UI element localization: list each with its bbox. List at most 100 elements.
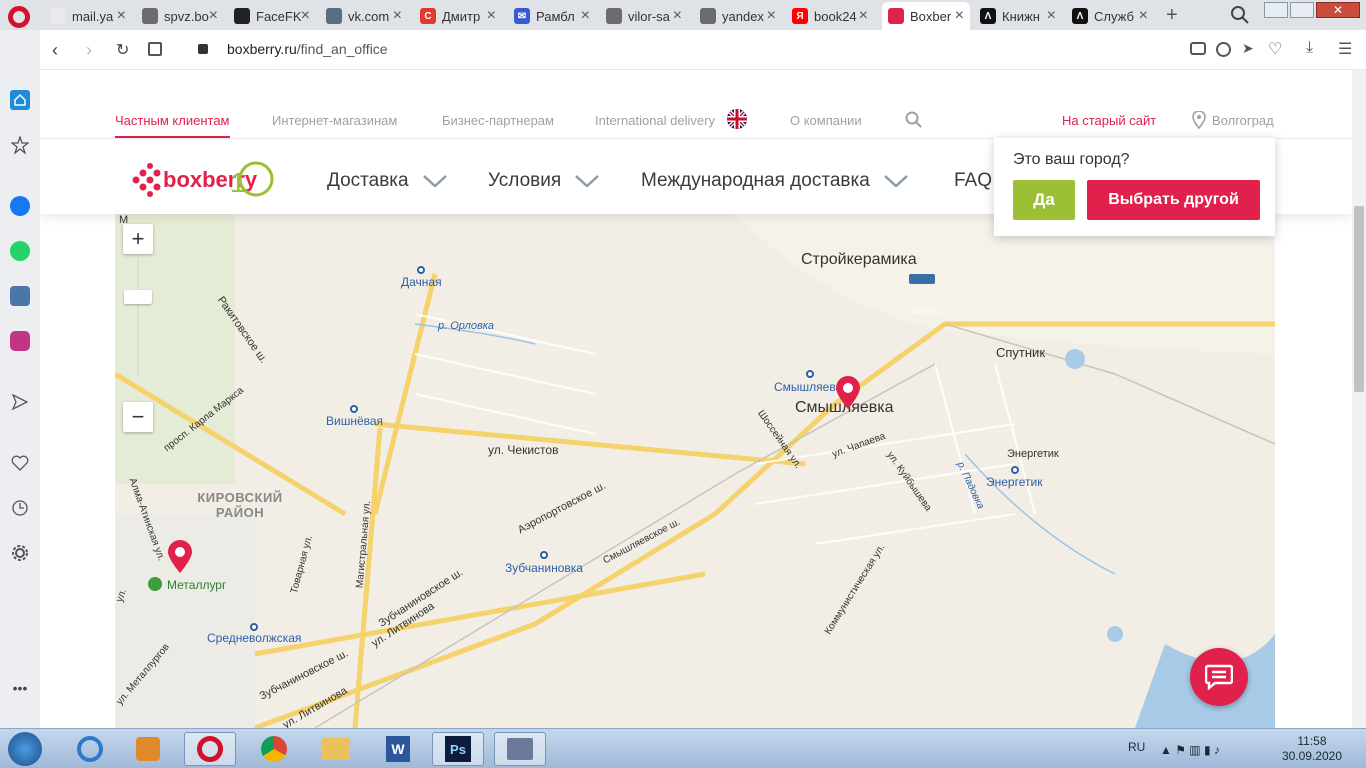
nav-faq[interactable]: FAQ bbox=[954, 170, 992, 192]
metro-station-icon bbox=[250, 623, 258, 631]
photoshop-icon[interactable]: Ps bbox=[432, 732, 484, 766]
history-icon[interactable] bbox=[10, 498, 30, 518]
browser-tab[interactable]: spvz.bo × bbox=[136, 2, 224, 30]
forward-icon[interactable]: › bbox=[86, 40, 92, 61]
office-marker-icon[interactable] bbox=[167, 540, 193, 574]
home-icon[interactable] bbox=[10, 90, 30, 110]
heart-icon[interactable] bbox=[10, 453, 30, 473]
tray-icons[interactable]: ▲ ⚑ ▥ ▮ ♪ bbox=[1160, 743, 1220, 757]
vk-icon[interactable] bbox=[10, 286, 30, 306]
back-icon[interactable]: ‹ bbox=[52, 40, 58, 61]
close-tab-icon[interactable]: × bbox=[859, 7, 868, 25]
nav-intl-delivery[interactable]: Международная доставка bbox=[641, 170, 908, 192]
browser-tab[interactable]: vk.com × bbox=[320, 2, 408, 30]
close-tab-icon[interactable]: × bbox=[673, 7, 682, 25]
boxberry-logo[interactable]: boxberry 1 bbox=[128, 160, 278, 200]
download-icon[interactable]: ⤓ bbox=[1306, 39, 1313, 57]
browser-tab[interactable]: C Дмитр × bbox=[414, 2, 502, 30]
chat-button[interactable] bbox=[1190, 648, 1248, 706]
media-player-icon[interactable] bbox=[122, 732, 174, 766]
bookmarks-icon[interactable] bbox=[10, 135, 30, 155]
zoom-slider[interactable] bbox=[137, 256, 139, 376]
close-tab-icon[interactable]: × bbox=[1047, 7, 1056, 25]
url-field[interactable]: boxberry.ru/find_an_office bbox=[227, 41, 388, 57]
send-icon[interactable] bbox=[10, 392, 30, 412]
close-tab-icon[interactable]: × bbox=[487, 7, 496, 25]
ie-icon[interactable] bbox=[64, 732, 116, 766]
zoom-slider-handle[interactable] bbox=[124, 290, 152, 304]
system-clock[interactable]: 11:58 30.09.2020 bbox=[1282, 734, 1342, 764]
offices-map[interactable]: + − Стройкерамика Дачная р. Орловка Спут… bbox=[115, 214, 1275, 728]
map-label-orlovka: р. Орловка bbox=[438, 320, 495, 332]
reload-icon[interactable]: ↻ bbox=[116, 40, 129, 60]
tab-label: Дмитр bbox=[442, 8, 481, 24]
browser-tab[interactable]: ✉ Рамбл × bbox=[508, 2, 596, 30]
browser-tab[interactable]: Λ Служб × bbox=[1066, 2, 1154, 30]
tab-label: yandex bbox=[722, 8, 764, 24]
tab-label: mail.ya bbox=[72, 8, 114, 24]
browser-tab[interactable]: Λ Книжн × bbox=[974, 2, 1062, 30]
close-tab-icon[interactable]: × bbox=[581, 7, 590, 25]
more-icon[interactable]: ••• bbox=[10, 678, 30, 698]
page-scrollbar[interactable] bbox=[1352, 70, 1366, 728]
nav-business[interactable]: Бизнес-партнерам bbox=[442, 113, 554, 128]
map-label-edge-m: М bbox=[119, 214, 129, 226]
close-tab-icon[interactable]: × bbox=[1139, 7, 1148, 25]
browser-tab[interactable]: Яbook24 × bbox=[786, 2, 874, 30]
browser-tab[interactable]: mail.ya × bbox=[44, 2, 132, 30]
office-marker-icon[interactable] bbox=[835, 376, 861, 410]
close-tab-icon[interactable]: × bbox=[767, 7, 776, 25]
new-tab-icon[interactable]: + bbox=[1166, 4, 1178, 27]
favorite-icon[interactable]: ♡ bbox=[1268, 39, 1282, 59]
menu-icon[interactable]: ☰ bbox=[1338, 39, 1352, 59]
close-tab-icon[interactable]: × bbox=[393, 7, 402, 25]
chrome-icon[interactable] bbox=[248, 732, 300, 766]
browser-tab[interactable]: yandex × bbox=[694, 2, 782, 30]
metro-station-icon bbox=[1011, 466, 1019, 474]
zoom-out-button[interactable]: − bbox=[123, 402, 153, 432]
nav-online-shops[interactable]: Интернет-магазинам bbox=[272, 113, 397, 128]
nav-private-clients[interactable]: Частным клиентам bbox=[115, 113, 230, 138]
close-tab-icon[interactable]: × bbox=[117, 7, 126, 25]
chevron-down-icon bbox=[883, 175, 908, 187]
close-tab-icon[interactable]: × bbox=[301, 7, 310, 25]
confirm-city-button[interactable]: Да bbox=[1013, 180, 1075, 220]
nav-conditions[interactable]: Условия bbox=[488, 170, 600, 192]
close-tab-icon[interactable]: × bbox=[955, 7, 964, 25]
maximize-button[interactable] bbox=[1290, 2, 1314, 18]
search-icon[interactable] bbox=[905, 111, 923, 129]
flow-icon[interactable]: ➤ bbox=[1242, 40, 1254, 57]
browser-tab[interactable]: FaceFK × bbox=[228, 2, 316, 30]
adblock-icon[interactable] bbox=[1216, 42, 1231, 57]
nav-about[interactable]: О компании bbox=[790, 113, 862, 128]
word-icon[interactable]: W bbox=[372, 732, 424, 766]
minimize-button[interactable] bbox=[1264, 2, 1288, 18]
tabs-grid-icon[interactable] bbox=[148, 42, 162, 56]
tab-label: Рамбл bbox=[536, 8, 575, 24]
settings-icon[interactable] bbox=[10, 543, 30, 563]
whatsapp-icon[interactable] bbox=[10, 241, 30, 261]
browser-tab[interactable]: Boxber × bbox=[882, 2, 970, 30]
nav-international[interactable]: International delivery bbox=[595, 113, 715, 128]
app-taskbar-icon[interactable] bbox=[494, 732, 546, 766]
opera-sidebar: ••• bbox=[0, 30, 40, 728]
instagram-icon[interactable] bbox=[10, 331, 30, 351]
browser-tab[interactable]: vilor-sa × bbox=[600, 2, 688, 30]
explorer-icon[interactable] bbox=[310, 732, 362, 766]
city-selector[interactable]: Волгоград bbox=[1212, 113, 1274, 128]
location-pin-icon bbox=[1192, 110, 1206, 130]
close-window-button[interactable]: ✕ bbox=[1316, 2, 1360, 18]
search-tabs-icon[interactable] bbox=[1230, 5, 1250, 25]
close-tab-icon[interactable]: × bbox=[209, 7, 218, 25]
scrollbar-thumb[interactable] bbox=[1354, 206, 1364, 392]
opera-logo-icon[interactable] bbox=[8, 6, 30, 28]
nav-delivery[interactable]: Доставка bbox=[327, 170, 447, 192]
choose-other-city-button[interactable]: Выбрать другой bbox=[1087, 180, 1260, 220]
opera-taskbar-icon[interactable] bbox=[184, 732, 236, 766]
zoom-in-button[interactable]: + bbox=[123, 224, 153, 254]
camera-icon[interactable] bbox=[1190, 42, 1206, 55]
language-indicator[interactable]: RU bbox=[1128, 740, 1145, 754]
old-site-link[interactable]: На старый сайт bbox=[1062, 113, 1156, 128]
messenger-icon[interactable] bbox=[10, 196, 30, 216]
start-button[interactable] bbox=[0, 732, 50, 766]
